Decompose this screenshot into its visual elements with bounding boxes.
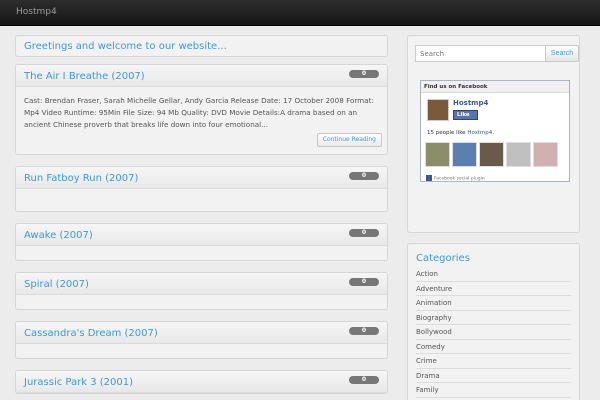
greeting-banner: Greetings and welcome to our website... xyxy=(15,35,388,57)
categories-list: Action Adventure Animation Biography Bollywo… xyxy=(416,267,571,398)
post-card: Run Fatboy Run (2007) 0 xyxy=(15,166,388,212)
post-title-link[interactable]: Run Fatboy Run (2007) xyxy=(24,173,138,184)
fan-avatar[interactable] xyxy=(506,142,531,167)
comment-count-badge: 0 xyxy=(349,278,379,286)
post-card: The Air I Breathe (2007) 0 Cast: Brendan… xyxy=(15,64,388,155)
category-link[interactable]: Drama xyxy=(416,369,571,383)
facebook-like-box: Find us on Facebook Hostmp4 Like 15 peop… xyxy=(420,80,570,182)
facebook-icon xyxy=(426,175,432,181)
post-card: Awake (2007) 0 xyxy=(15,223,388,261)
post-title-link[interactable]: Jurassic Park 3 (2001) xyxy=(24,377,133,388)
post-title-link[interactable]: The Air I Breathe (2007) xyxy=(24,71,145,82)
post-header: Run Fatboy Run (2007) 0 xyxy=(16,167,387,189)
post-card: Jurassic Park 3 (2001) 0 xyxy=(15,370,388,394)
category-link[interactable]: Action xyxy=(416,267,571,282)
fan-avatar[interactable] xyxy=(452,142,477,167)
main-content: Greetings and welcome to our website... … xyxy=(15,35,388,400)
categories-title: Categories xyxy=(416,253,470,264)
facebook-plugin-footer: Facebook social plugin xyxy=(426,175,485,182)
facebook-plugin-label: Facebook social plugin xyxy=(434,176,485,182)
post-body xyxy=(16,189,387,211)
category-link[interactable]: Bollywood xyxy=(416,325,571,340)
facebook-fan-faces xyxy=(425,142,565,168)
post-excerpt: Cast: Brendan Fraser, Sarah Michelle Gel… xyxy=(24,96,374,130)
category-link[interactable]: Crime xyxy=(416,354,571,369)
post-body xyxy=(16,295,387,309)
continue-reading-button[interactable]: Continue Reading xyxy=(316,133,382,147)
brand-link[interactable]: Hostmp4 xyxy=(16,7,57,17)
category-link[interactable]: Biography xyxy=(416,311,571,325)
post-card: Spiral (2007) 0 xyxy=(15,272,388,310)
post-header: Cassandra's Dream (2007) 0 xyxy=(16,322,387,344)
post-title-link[interactable]: Cassandra's Dream (2007) xyxy=(24,328,158,339)
comment-count-badge: 0 xyxy=(349,70,379,78)
comment-count-badge: 0 xyxy=(349,229,379,237)
facebook-page-thumbnail[interactable] xyxy=(427,99,449,121)
categories-widget: Categories Action Adventure Animation Biogr… xyxy=(407,243,580,400)
post-body xyxy=(16,246,387,260)
post-header: The Air I Breathe (2007) 0 xyxy=(16,65,387,87)
post-header: Jurassic Park 3 (2001) 0 xyxy=(16,371,387,393)
facebook-like-label: Like xyxy=(457,112,470,118)
category-link[interactable]: Family xyxy=(416,383,571,398)
fan-count-page-link[interactable]: Hostmp4 xyxy=(467,130,492,136)
category-link[interactable]: Animation xyxy=(416,296,571,311)
post-title-link[interactable]: Spiral (2007) xyxy=(24,279,89,290)
post-header: Awake (2007) 0 xyxy=(16,224,387,246)
facebook-fan-count: 15 people like Hostmp4. xyxy=(427,130,494,136)
category-link[interactable]: Comedy xyxy=(416,340,571,354)
fan-avatar[interactable] xyxy=(425,142,450,167)
search-button[interactable]: Search xyxy=(545,45,579,62)
fan-avatar[interactable] xyxy=(479,142,504,167)
post-footer: Continue Reading xyxy=(16,132,387,154)
search-input[interactable] xyxy=(415,45,553,62)
facebook-page-link[interactable]: Hostmp4 xyxy=(453,99,488,107)
search-widget: Search Find us on Facebook Hostmp4 Like … xyxy=(407,35,580,233)
comment-count-badge: 0 xyxy=(349,172,379,180)
post-header: Spiral (2007) 0 xyxy=(16,273,387,295)
category-link[interactable]: Adventure xyxy=(416,282,571,296)
sidebar: Search Find us on Facebook Hostmp4 Like … xyxy=(407,35,580,400)
post-body xyxy=(16,344,387,358)
post-card: Cassandra's Dream (2007) 0 xyxy=(15,321,388,359)
comment-count-badge: 0 xyxy=(349,376,379,384)
top-navbar: Hostmp4 xyxy=(0,0,600,26)
fan-avatar[interactable] xyxy=(533,142,558,167)
fan-count-prefix: 15 people like xyxy=(427,130,466,136)
post-title-link[interactable]: Awake (2007) xyxy=(24,230,93,241)
comment-count-badge: 0 xyxy=(349,327,379,335)
facebook-like-button[interactable]: Like xyxy=(453,110,478,120)
facebook-box-header: Find us on Facebook xyxy=(421,81,569,93)
fan-count-suffix: . xyxy=(492,130,494,136)
